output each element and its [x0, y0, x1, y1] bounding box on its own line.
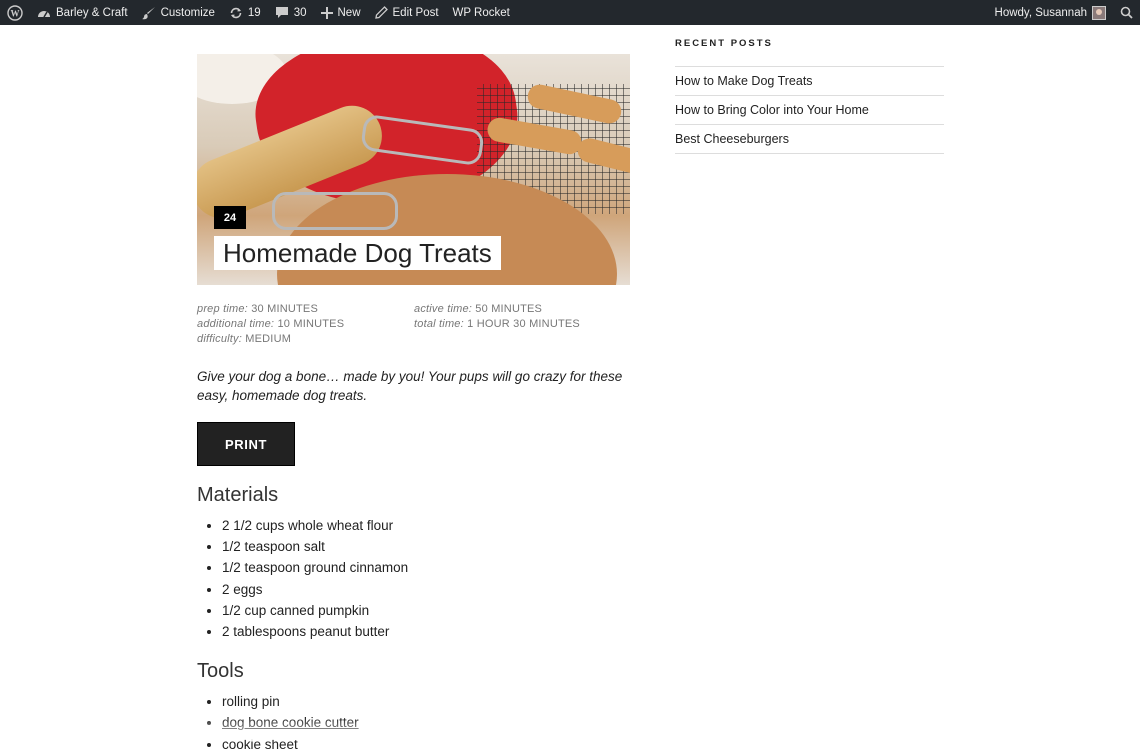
meta-active-time: active time: 50 MINUTES [414, 303, 543, 315]
meta-total-time: total time: 1 HOUR 30 MINUTES [414, 318, 580, 330]
paintbrush-icon [141, 6, 156, 20]
recipe-hero-image: 24 Homemade Dog Treats [197, 54, 630, 285]
recipe-number-badge: 24 [214, 206, 246, 229]
cookie-cutter-shape [272, 192, 398, 230]
site-name-menu[interactable]: Barley & Craft [30, 0, 135, 25]
recipe-summary: Give your dog a bone… made by you! Your … [197, 369, 623, 403]
comments-count: 30 [293, 6, 307, 19]
list-item: 2 eggs [222, 579, 630, 600]
customize-link[interactable]: Customize [135, 0, 222, 25]
new-label: New [337, 6, 361, 19]
dashboard-icon [37, 7, 51, 19]
svg-text:W: W [11, 8, 20, 18]
print-button[interactable]: PRINT [197, 422, 295, 466]
meta-difficulty: difficulty: MEDIUM [197, 333, 292, 345]
comments-link[interactable]: 30 [268, 0, 314, 25]
search-icon[interactable] [1113, 0, 1140, 25]
updates-link[interactable]: 19 [222, 0, 268, 25]
tool-link[interactable]: dog bone cookie cutter [222, 715, 359, 730]
recipe-title: Homemade Dog Treats [214, 236, 501, 270]
list-item: rolling pin [222, 691, 630, 712]
recent-post-link[interactable]: Best Cheeseburgers [675, 125, 944, 154]
site-name: Barley & Craft [56, 6, 128, 19]
howdy-label: Howdy, Susannah [994, 6, 1087, 19]
avatar [1092, 5, 1106, 20]
recipe-meta: prep time: 30 MINUTES active time: 50 MI… [197, 303, 630, 345]
new-content-link[interactable]: New [314, 0, 368, 25]
admin-bar: W Barley & Craft Customize 19 30 New Edi… [0, 0, 1140, 25]
refresh-icon [229, 6, 243, 20]
list-item: 2 tablespoons peanut butter [222, 621, 630, 642]
list-item: 1/2 cup canned pumpkin [222, 600, 630, 621]
recent-posts-title: RECENT POSTS [675, 38, 773, 49]
edit-post-label: Edit Post [392, 6, 439, 19]
list-item: 2 1/2 cups whole wheat flour [222, 515, 630, 536]
customize-label: Customize [160, 6, 215, 19]
list-item: 1/2 teaspoon ground cinnamon [222, 557, 630, 578]
pencil-icon [374, 6, 388, 19]
edit-post-link[interactable]: Edit Post [368, 0, 446, 25]
materials-list: 2 1/2 cups whole wheat flour 1/2 teaspoo… [197, 515, 630, 642]
list-item: 1/2 teaspoon salt [222, 536, 630, 557]
meta-prep-time: prep time: 30 MINUTES [197, 303, 318, 315]
list-item: cookie sheet [222, 734, 630, 755]
materials-heading: Materials [197, 484, 279, 506]
sidebar: RECENT POSTS How to Make Dog Treats How … [675, 38, 944, 154]
recent-post-link[interactable]: How to Bring Color into Your Home [675, 96, 944, 125]
wp-rocket-link[interactable]: WP Rocket [446, 0, 517, 25]
recent-post-link[interactable]: How to Make Dog Treats [675, 67, 944, 96]
meta-additional-time: additional time: 10 MINUTES [197, 318, 345, 330]
wp-rocket-label: WP Rocket [452, 6, 510, 19]
tools-list: rolling pin dog bone cookie cutter cooki… [197, 691, 630, 755]
account-menu[interactable]: Howdy, Susannah [988, 0, 1113, 25]
plus-icon [320, 6, 333, 19]
wordpress-logo-icon[interactable]: W [0, 0, 30, 25]
comment-bubble-icon [275, 6, 289, 19]
list-item: dog bone cookie cutter [222, 712, 630, 733]
tools-heading: Tools [197, 660, 244, 683]
recent-posts-list: How to Make Dog Treats How to Bring Colo… [675, 66, 944, 154]
recipe-card: 24 Homemade Dog Treats prep time: 30 MIN… [197, 54, 630, 755]
updates-count: 19 [247, 6, 261, 19]
